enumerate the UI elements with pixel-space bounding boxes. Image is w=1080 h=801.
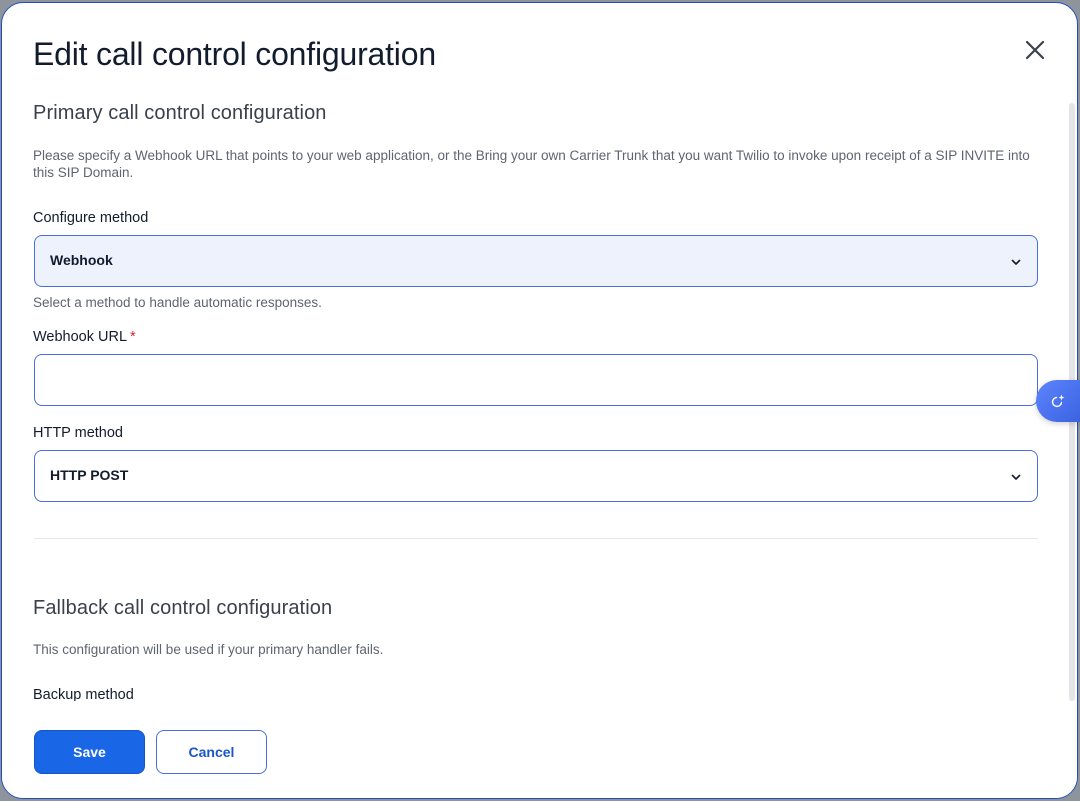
webhook-url-label: Webhook URL *: [33, 329, 136, 345]
fallback-section-description: This configuration will be used if your …: [33, 642, 384, 657]
ai-sparkle-icon: [1051, 394, 1065, 408]
cancel-button[interactable]: Cancel: [156, 730, 267, 774]
configure-method-label: Configure method: [33, 210, 149, 226]
required-asterisk: *: [130, 329, 136, 345]
close-icon: [1025, 40, 1045, 60]
webhook-url-label-text: Webhook URL: [33, 329, 128, 345]
dialog-body[interactable]: Primary call control configuration Pleas…: [2, 89, 1066, 701]
primary-section-heading: Primary call control configuration: [33, 102, 327, 124]
backup-method-label: Backup method: [33, 687, 134, 701]
chevron-down-icon: [1011, 474, 1021, 480]
http-method-label: HTTP method: [33, 425, 123, 441]
fallback-section-heading: Fallback call control configuration: [33, 597, 333, 619]
chevron-down-icon: [1011, 259, 1021, 265]
configure-method-value: Webhook: [50, 252, 113, 268]
ai-assistant-button[interactable]: [1036, 380, 1080, 422]
http-method-value: HTTP POST: [50, 467, 129, 483]
save-button[interactable]: Save: [34, 730, 145, 774]
configure-method-help-text: Select a method to handle automatic resp…: [33, 295, 322, 310]
configure-method-select[interactable]: Webhook: [34, 235, 1038, 287]
primary-section-description: Please specify a Webhook URL that points…: [33, 148, 1030, 180]
edit-call-control-dialog: Edit call control configuration Primary …: [1, 2, 1078, 799]
section-divider: [34, 538, 1038, 539]
dialog-title: Edit call control configuration: [33, 36, 436, 72]
webhook-url-input[interactable]: [34, 354, 1038, 406]
http-method-select[interactable]: HTTP POST: [34, 450, 1038, 502]
dialog-footer: Save Cancel: [2, 701, 1077, 798]
close-button[interactable]: [1020, 35, 1050, 65]
